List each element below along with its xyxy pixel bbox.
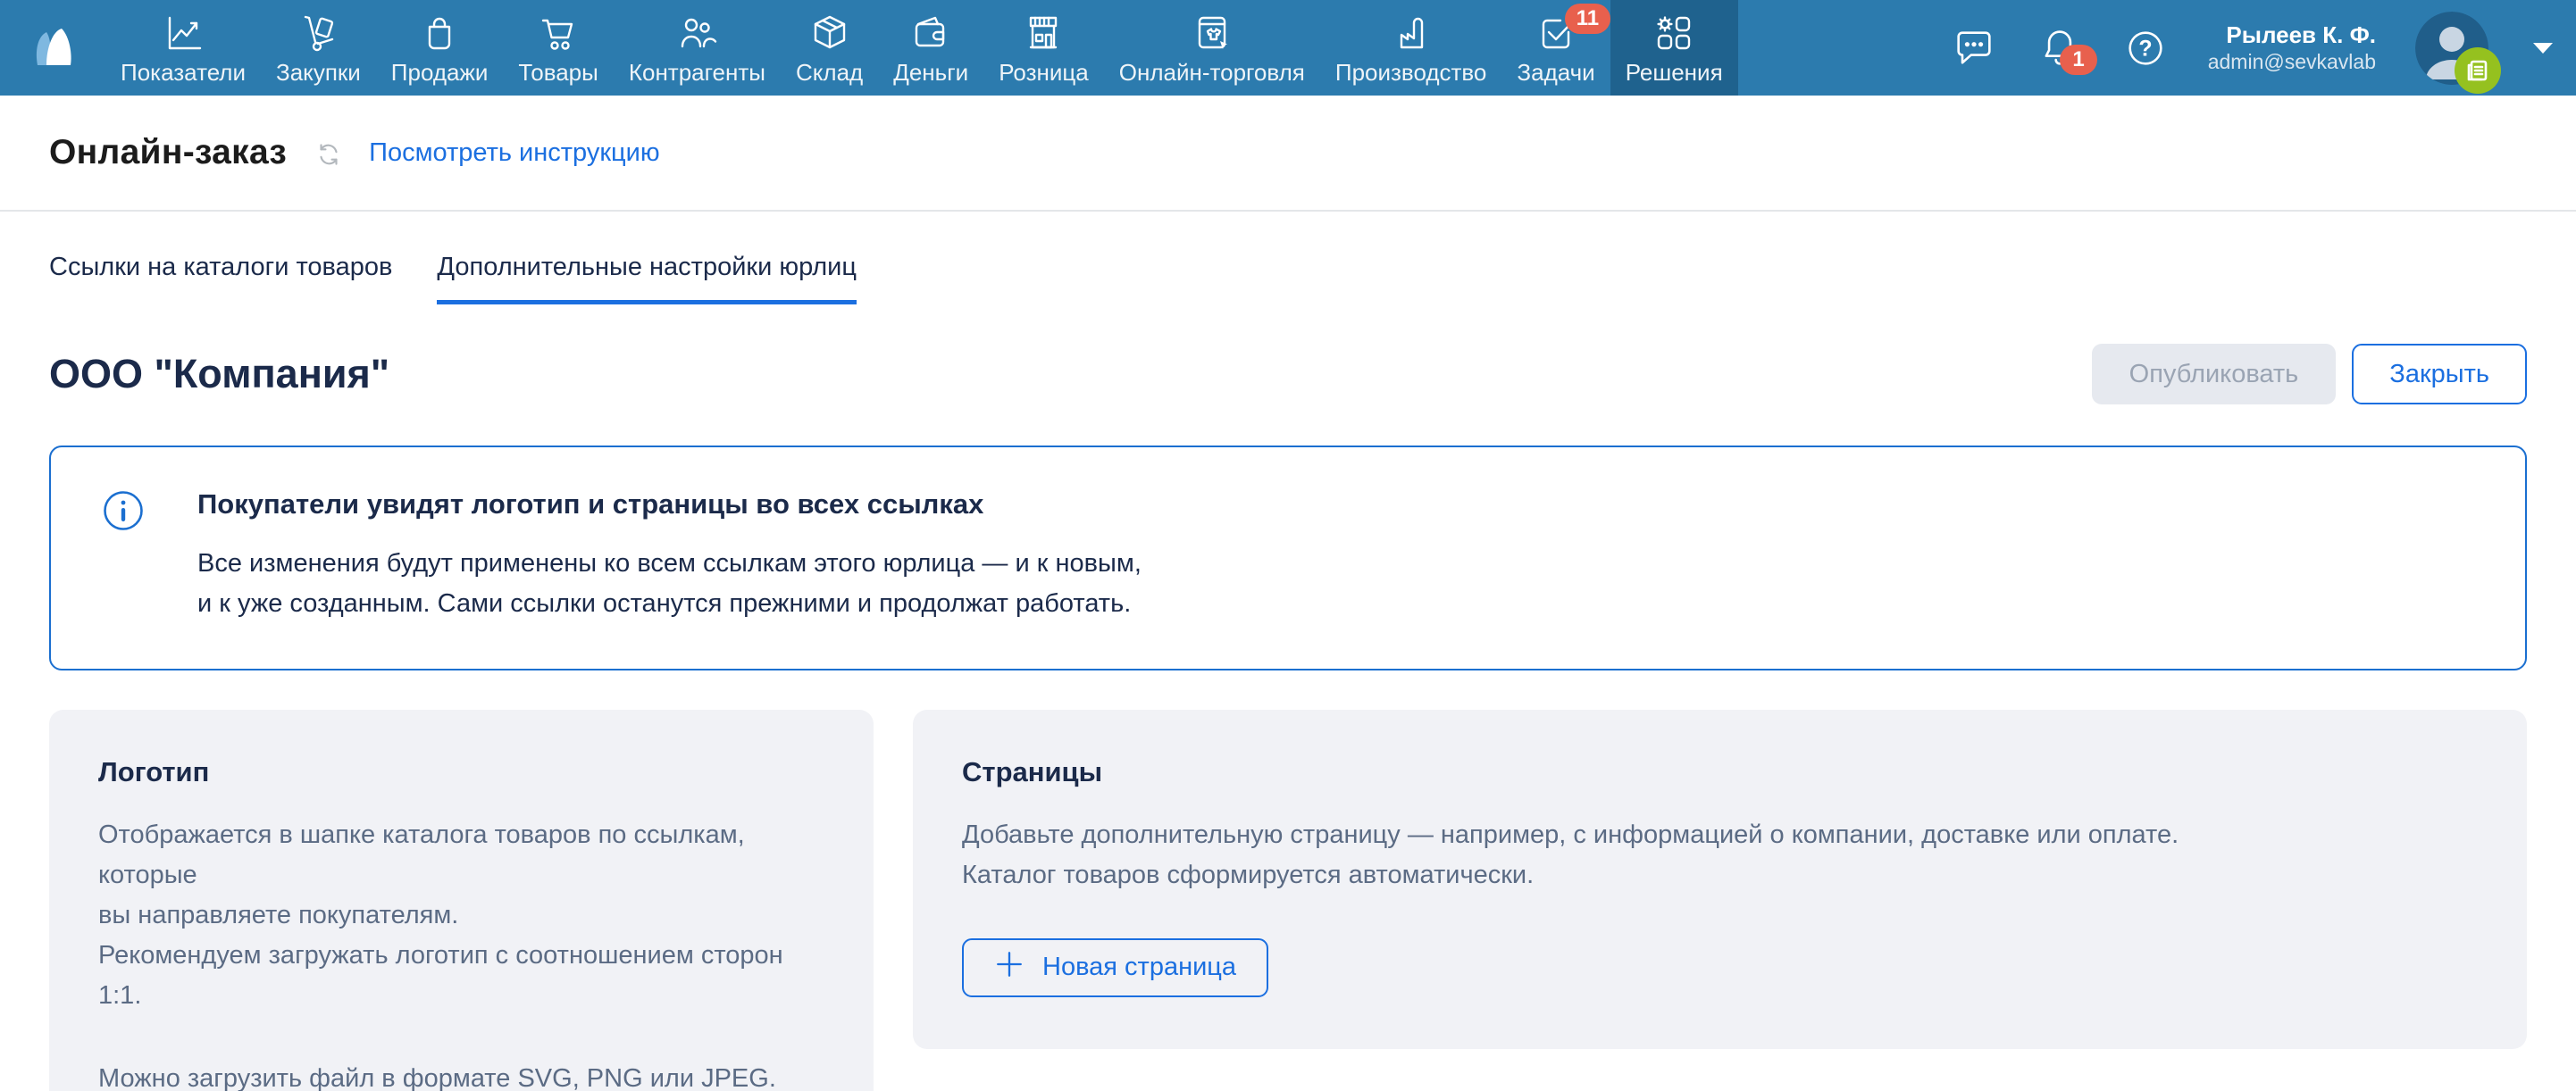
nav-label: Задачи xyxy=(1517,61,1594,84)
nav-label: Розница xyxy=(999,61,1089,84)
pages-card-line: Каталог товаров сформируется автоматичес… xyxy=(962,855,2478,895)
nav-item-online-trade[interactable]: Онлайн-торговля xyxy=(1104,0,1320,96)
online-store-icon xyxy=(1191,12,1234,54)
logo-card-line: Можно загрузить файл в формате SVG, PNG … xyxy=(98,1059,824,1091)
people-icon xyxy=(675,12,718,54)
info-content: Покупатели увидят логотип и страницы во … xyxy=(197,488,1142,624)
close-button[interactable]: Закрыть xyxy=(2352,344,2527,404)
publish-button[interactable]: Опубликовать xyxy=(2092,344,2337,404)
box-icon xyxy=(808,12,851,54)
info-line: и к уже созданным. Сами ссылки останутся… xyxy=(197,584,1142,624)
new-page-button-label: Новая страница xyxy=(1042,953,1236,982)
chat-icon xyxy=(1951,25,1997,71)
page-title: Онлайн-заказ xyxy=(49,133,287,172)
info-icon xyxy=(103,490,144,531)
factory-icon xyxy=(1390,12,1433,54)
user-name: Рылеев К. Ф. xyxy=(2208,21,2376,50)
user-account: admin@sevkavlab xyxy=(2208,49,2376,75)
chat-button[interactable] xyxy=(1951,25,1997,71)
nav-item-warehouse[interactable]: Склад xyxy=(781,0,878,96)
user-menu-caret-icon[interactable] xyxy=(2533,43,2553,54)
nav-label: Решения xyxy=(1626,61,1723,84)
notifications-count-badge: 1 xyxy=(2060,45,2096,75)
apps-gear-icon xyxy=(1652,12,1695,54)
topbar-right: 1 ? Рылеев К. Ф. admin@sevkavlab xyxy=(1951,0,2576,96)
nav-item-counterparties[interactable]: Контрагенты xyxy=(614,0,781,96)
info-line: Все изменения будут применены ко всем сс… xyxy=(197,544,1142,584)
instruction-link[interactable]: Посмотреть инструкцию xyxy=(369,138,659,168)
nav-item-sales[interactable]: Продажи xyxy=(376,0,504,96)
pages-card-title: Страницы xyxy=(962,756,2478,788)
entity-row: ООО "Компания" Опубликовать Закрыть xyxy=(0,344,2576,404)
nav-label: Товары xyxy=(518,61,598,84)
nav-item-purchases[interactable]: Закупки xyxy=(261,0,376,96)
tab-legal-entity-settings[interactable]: Дополнительные настройки юрлиц xyxy=(437,253,857,304)
refresh-button[interactable] xyxy=(314,139,344,170)
pages-card: Страницы Добавьте дополнительную страниц… xyxy=(913,710,2527,1049)
notifications-button[interactable]: 1 xyxy=(2037,25,2083,71)
document-icon xyxy=(2463,56,2492,85)
main-nav: Показатели Закупки Продажи Товары xyxy=(105,0,1738,96)
nav-item-production[interactable]: Производство xyxy=(1320,0,1502,96)
news-badge xyxy=(2455,47,2501,94)
logo-card: Логотип Отображается в шапке каталога то… xyxy=(49,710,874,1091)
cart-icon xyxy=(537,12,580,54)
entity-actions: Опубликовать Закрыть xyxy=(2092,344,2527,404)
pages-card-line: Добавьте дополнительную страницу — напри… xyxy=(962,815,2478,855)
wallet-icon xyxy=(909,12,952,54)
help-icon: ? xyxy=(2122,25,2169,71)
nav-label: Деньги xyxy=(893,61,968,84)
logo-card-line: вы направляете покупателям. xyxy=(98,895,824,936)
nav-label: Продажи xyxy=(391,61,489,84)
nav-item-money[interactable]: Деньги xyxy=(878,0,983,96)
store-icon xyxy=(1022,12,1065,54)
handtruck-icon xyxy=(297,12,339,54)
user-menu[interactable]: Рылеев К. Ф. admin@sevkavlab xyxy=(2208,21,2376,75)
help-button[interactable]: ? xyxy=(2122,25,2169,71)
moysklad-logo-icon xyxy=(25,24,80,72)
pages-card-text: Добавьте дополнительную страницу — напри… xyxy=(962,815,2478,895)
chart-icon xyxy=(162,12,205,54)
nav-label: Производство xyxy=(1335,61,1487,84)
logo-card-line: Отображается в шапке каталога товаров по… xyxy=(98,815,824,895)
nav-label: Склад xyxy=(796,61,863,84)
info-box: Покупатели увидят логотип и страницы во … xyxy=(49,446,2527,670)
svg-text:?: ? xyxy=(2138,36,2152,61)
cards-row: Логотип Отображается в шапке каталога то… xyxy=(49,710,2527,1091)
nav-label: Контрагенты xyxy=(629,61,765,84)
avatar[interactable] xyxy=(2415,12,2488,85)
plus-icon xyxy=(994,949,1025,987)
topbar: Показатели Закупки Продажи Товары xyxy=(0,0,2576,96)
logo-card-line: Рекомендуем загружать логотип с соотноше… xyxy=(98,936,824,1016)
logo-card-text: Отображается в шапке каталога товаров по… xyxy=(98,815,824,1091)
tabs: Ссылки на каталоги товаров Дополнительны… xyxy=(0,253,2576,304)
logo-card-title: Логотип xyxy=(98,756,824,788)
page-header: Онлайн-заказ Посмотреть инструкцию xyxy=(0,96,2576,212)
nav-item-goods[interactable]: Товары xyxy=(503,0,613,96)
entity-title: ООО "Компания" xyxy=(49,351,389,397)
nav-item-tasks[interactable]: 11 Задачи xyxy=(1501,0,1610,96)
nav-label: Закупки xyxy=(276,61,361,84)
tasks-count-badge: 11 xyxy=(1565,4,1610,34)
nav-item-indicators[interactable]: Показатели xyxy=(105,0,261,96)
shopping-bag-icon xyxy=(418,12,461,54)
nav-label: Онлайн-торговля xyxy=(1119,61,1305,84)
nav-label: Показатели xyxy=(121,61,246,84)
info-title: Покупатели увидят логотип и страницы во … xyxy=(197,488,1142,521)
refresh-icon xyxy=(314,139,344,170)
new-page-button[interactable]: Новая страница xyxy=(962,938,1268,997)
app-logo[interactable] xyxy=(0,0,105,96)
nav-item-solutions[interactable]: Решения xyxy=(1610,0,1738,96)
nav-item-retail[interactable]: Розница xyxy=(983,0,1104,96)
tab-catalog-links[interactable]: Ссылки на каталоги товаров xyxy=(49,253,392,304)
